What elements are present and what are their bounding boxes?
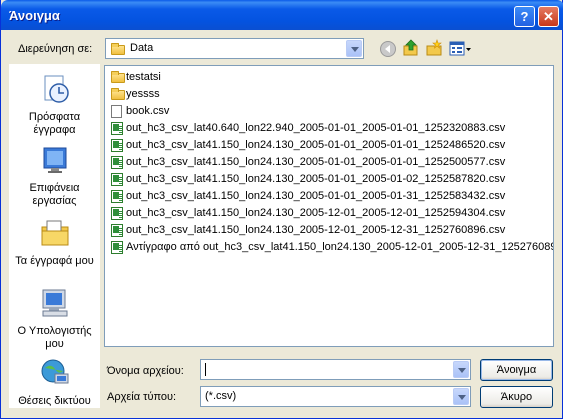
file-name-label: out_hc3_csv_lat41.150_lon24.130_2005-01-… — [126, 156, 506, 168]
my-computer-icon — [42, 289, 67, 317]
excel-file-icon — [111, 173, 123, 186]
excel-file-icon — [111, 224, 123, 237]
back-icon[interactable] — [379, 40, 397, 58]
excel-file-icon — [111, 190, 123, 203]
excel-file-icon — [111, 122, 123, 135]
look-in-label: Διερεύνηση σε: — [18, 43, 93, 55]
recent-documents-icon — [44, 75, 69, 103]
chevron-down-icon[interactable] — [453, 388, 469, 405]
excel-file-icon — [111, 156, 123, 169]
folder-icon — [111, 43, 125, 55]
place-label: Τα έγγραφά μου — [15, 255, 94, 267]
place-recent[interactable]: Πρόσφατα έγγραφα — [10, 73, 99, 137]
folder-icon — [111, 88, 125, 100]
place-my-documents[interactable]: Τα έγγραφά μου — [10, 217, 99, 268]
new-folder-icon[interactable] — [425, 39, 443, 57]
excel-file-icon — [111, 207, 123, 220]
file-name-label: Αντίγραφο από out_hc3_csv_lat41.150_lon2… — [126, 241, 554, 253]
open-file-dialog: Άνοιγμα ? ✕ Διερεύνηση σε: Data Πρόσφατα… — [0, 0, 563, 419]
file-name-label: out_hc3_csv_lat40.640_lon22.940_2005-01-… — [126, 122, 506, 134]
file-list[interactable]: testatsi yessss book.csv out_hc3_csv_lat… — [104, 65, 554, 347]
title-bar[interactable]: Άνοιγμα ? ✕ — [1, 0, 563, 30]
file-type-dropdown[interactable]: (*.csv) — [200, 386, 471, 407]
help-button[interactable]: ? — [514, 6, 535, 27]
file-type-value: (*.csv) — [205, 390, 237, 402]
file-type-label: Αρχεία τύπου: — [107, 391, 177, 403]
my-documents-icon — [41, 220, 68, 246]
file-name-label: out_hc3_csv_lat41.150_lon24.130_2005-01-… — [126, 139, 506, 151]
chevron-down-icon[interactable] — [453, 361, 469, 378]
excel-file-icon — [111, 139, 123, 152]
file-name-input[interactable] — [200, 359, 471, 380]
place-my-computer[interactable]: Ο Υπολογιστής μου — [10, 287, 99, 351]
file-name-label: testatsi — [126, 71, 161, 83]
file-name-label: Όνομα αρχείου: — [107, 365, 184, 377]
place-label: Πρόσφατα έγγραφα — [28, 111, 81, 136]
file-name-label: out_hc3_csv_lat41.150_lon24.130_2005-01-… — [126, 190, 506, 202]
place-desktop[interactable]: Επιφάνεια εργασίας — [10, 144, 99, 208]
cancel-button[interactable]: Άκυρο — [480, 386, 553, 408]
look-in-dropdown[interactable]: Data — [105, 38, 364, 59]
text-cursor — [205, 363, 206, 376]
place-label: Ο Υπολογιστής μου — [17, 325, 92, 350]
file-name-label: out_hc3_csv_lat41.150_lon24.130_2005-12-… — [126, 207, 506, 219]
places-bar: Πρόσφατα έγγραφα Επιφάνεια εργασίας Τα έ… — [9, 64, 100, 408]
excel-file-icon — [111, 241, 123, 254]
close-button[interactable]: ✕ — [538, 6, 559, 27]
window-title: Άνοιγμα — [9, 8, 60, 23]
up-folder-icon[interactable] — [402, 39, 420, 57]
look-in-value: Data — [130, 42, 154, 54]
file-name-label: yessss — [126, 88, 160, 100]
file-name-label: out_hc3_csv_lat41.150_lon24.130_2005-12-… — [126, 224, 506, 236]
open-button[interactable]: Άνοιγμα — [480, 359, 553, 381]
desktop-icon — [43, 147, 66, 173]
network-places-icon — [41, 359, 68, 384]
folder-icon — [111, 71, 125, 83]
place-network[interactable]: Θέσεις δικτύου — [10, 357, 99, 408]
document-icon — [111, 105, 122, 118]
place-label: Επιφάνεια εργασίας — [29, 182, 80, 207]
file-name-label: out_hc3_csv_lat41.150_lon24.130_2005-01-… — [126, 173, 506, 185]
chevron-down-icon[interactable] — [346, 40, 362, 57]
place-label: Θέσεις δικτύου — [18, 395, 91, 407]
views-menu-icon[interactable] — [449, 40, 473, 58]
file-name-label: book.csv — [126, 105, 170, 117]
